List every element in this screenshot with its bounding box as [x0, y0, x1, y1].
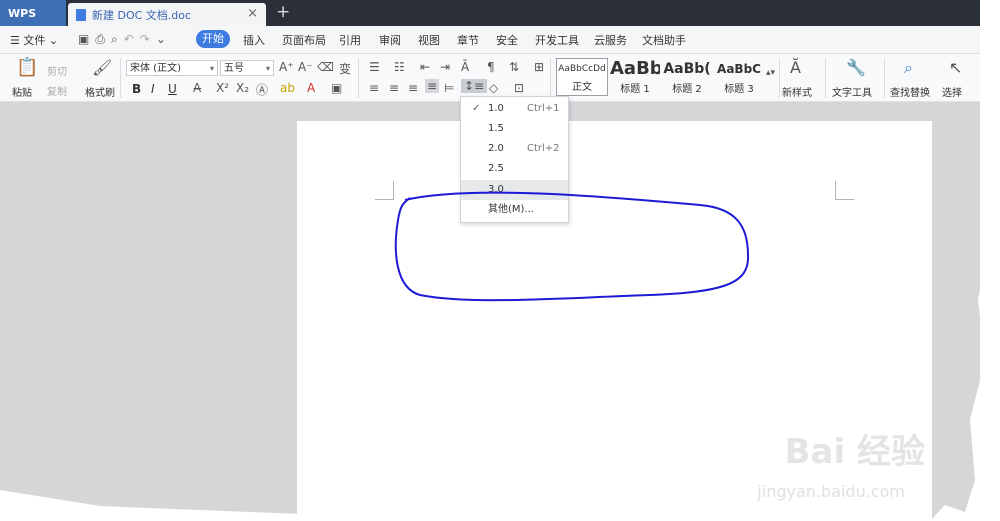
torn-edge-decoration [0, 0, 1000, 521]
